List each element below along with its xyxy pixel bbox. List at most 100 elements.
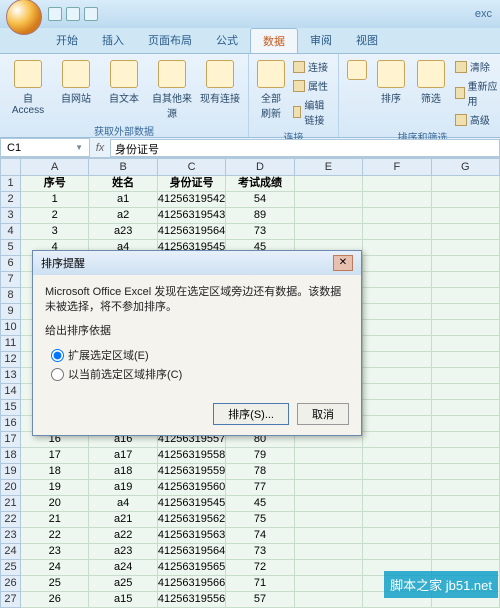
cell[interactable] (295, 192, 363, 208)
col-header[interactable]: E (295, 158, 363, 176)
cell[interactable] (363, 304, 431, 320)
cell[interactable] (363, 400, 431, 416)
tab-5[interactable]: 审阅 (298, 28, 344, 53)
cell[interactable]: 17 (21, 448, 89, 464)
row-header[interactable]: 3 (0, 208, 21, 224)
row-header[interactable]: 15 (0, 400, 21, 416)
qat-save-icon[interactable] (48, 7, 62, 21)
cell[interactable]: 41256319542 (158, 192, 226, 208)
cell[interactable] (363, 336, 431, 352)
cell[interactable] (363, 544, 431, 560)
cell[interactable] (432, 384, 500, 400)
from-web-button[interactable]: 自网站 (54, 58, 98, 107)
cell[interactable] (432, 304, 500, 320)
cell[interactable] (432, 176, 500, 192)
current-selection-radio[interactable]: 以当前选定区域排序(C) (51, 366, 349, 382)
cell[interactable]: a4 (89, 496, 157, 512)
row-header[interactable]: 14 (0, 384, 21, 400)
properties-button[interactable]: 属性 (291, 77, 332, 94)
cell[interactable]: 73 (226, 224, 294, 240)
cell[interactable] (295, 592, 363, 608)
connections-button[interactable]: 连接 (291, 58, 332, 75)
advanced-button[interactable]: 高级 (453, 111, 500, 128)
cell[interactable] (295, 576, 363, 592)
cell[interactable]: 20 (21, 496, 89, 512)
cell[interactable]: a1 (89, 192, 157, 208)
cell[interactable] (432, 368, 500, 384)
cell[interactable]: 41256319565 (158, 560, 226, 576)
row-header[interactable]: 10 (0, 320, 21, 336)
row-header[interactable]: 19 (0, 464, 21, 480)
cancel-button[interactable]: 取消 (297, 403, 349, 425)
row-header[interactable]: 2 (0, 192, 21, 208)
cell[interactable]: a18 (89, 464, 157, 480)
cell[interactable] (295, 528, 363, 544)
cell[interactable] (432, 208, 500, 224)
cell[interactable]: 79 (226, 448, 294, 464)
cell[interactable] (432, 480, 500, 496)
cell[interactable]: 41256319560 (158, 480, 226, 496)
cell[interactable]: 77 (226, 480, 294, 496)
cell[interactable] (432, 512, 500, 528)
from-access-button[interactable]: 自 Access (6, 58, 50, 118)
cell[interactable] (295, 544, 363, 560)
cell[interactable] (363, 192, 431, 208)
cell[interactable]: a25 (89, 576, 157, 592)
cell[interactable] (363, 256, 431, 272)
col-header[interactable]: F (363, 158, 431, 176)
cell[interactable] (432, 320, 500, 336)
cell[interactable]: 41256319563 (158, 528, 226, 544)
cell[interactable]: 41256319558 (158, 448, 226, 464)
cell[interactable] (363, 320, 431, 336)
col-header[interactable]: D (226, 158, 294, 176)
cell[interactable]: 26 (21, 592, 89, 608)
dialog-titlebar[interactable]: 排序提醒 ✕ (33, 251, 361, 275)
cell[interactable]: 23 (21, 544, 89, 560)
cell[interactable] (432, 448, 500, 464)
cell[interactable] (295, 208, 363, 224)
cell[interactable]: a19 (89, 480, 157, 496)
cell[interactable] (363, 384, 431, 400)
tab-1[interactable]: 插入 (90, 28, 136, 53)
row-header[interactable]: 7 (0, 272, 21, 288)
cell[interactable] (363, 240, 431, 256)
cell[interactable]: 2 (21, 208, 89, 224)
cell[interactable]: 72 (226, 560, 294, 576)
cell[interactable]: 3 (21, 224, 89, 240)
cell[interactable]: 41256319564 (158, 224, 226, 240)
row-header[interactable]: 24 (0, 544, 21, 560)
cell[interactable] (295, 224, 363, 240)
cell[interactable]: 41256319566 (158, 576, 226, 592)
cell[interactable] (432, 496, 500, 512)
row-header[interactable]: 16 (0, 416, 21, 432)
reapply-button[interactable]: 重新应用 (453, 77, 500, 109)
cell[interactable] (363, 496, 431, 512)
clear-button[interactable]: 清除 (453, 58, 500, 75)
row-header[interactable]: 17 (0, 432, 21, 448)
row-header[interactable]: 25 (0, 560, 21, 576)
existing-conn-button[interactable]: 现有连接 (198, 58, 242, 107)
cell[interactable]: 75 (226, 512, 294, 528)
cell[interactable] (363, 448, 431, 464)
cell[interactable] (295, 512, 363, 528)
cell[interactable]: a23 (89, 544, 157, 560)
chevron-down-icon[interactable]: ▼ (75, 143, 83, 152)
row-header[interactable]: 26 (0, 576, 21, 592)
row-header[interactable]: 22 (0, 512, 21, 528)
cell[interactable]: 18 (21, 464, 89, 480)
cell[interactable] (432, 528, 500, 544)
select-all-corner[interactable] (0, 158, 21, 176)
cell[interactable] (432, 224, 500, 240)
cell[interactable]: 1 (21, 192, 89, 208)
col-header[interactable]: A (21, 158, 89, 176)
cell[interactable] (363, 480, 431, 496)
tab-2[interactable]: 页面布局 (136, 28, 204, 53)
cell[interactable] (432, 272, 500, 288)
cell[interactable] (363, 416, 431, 432)
cell[interactable] (432, 352, 500, 368)
cell[interactable]: 54 (226, 192, 294, 208)
sort-asc-button[interactable] (345, 58, 369, 82)
qat-redo-icon[interactable] (84, 7, 98, 21)
row-header[interactable]: 1 (0, 176, 21, 192)
cell[interactable]: 25 (21, 576, 89, 592)
